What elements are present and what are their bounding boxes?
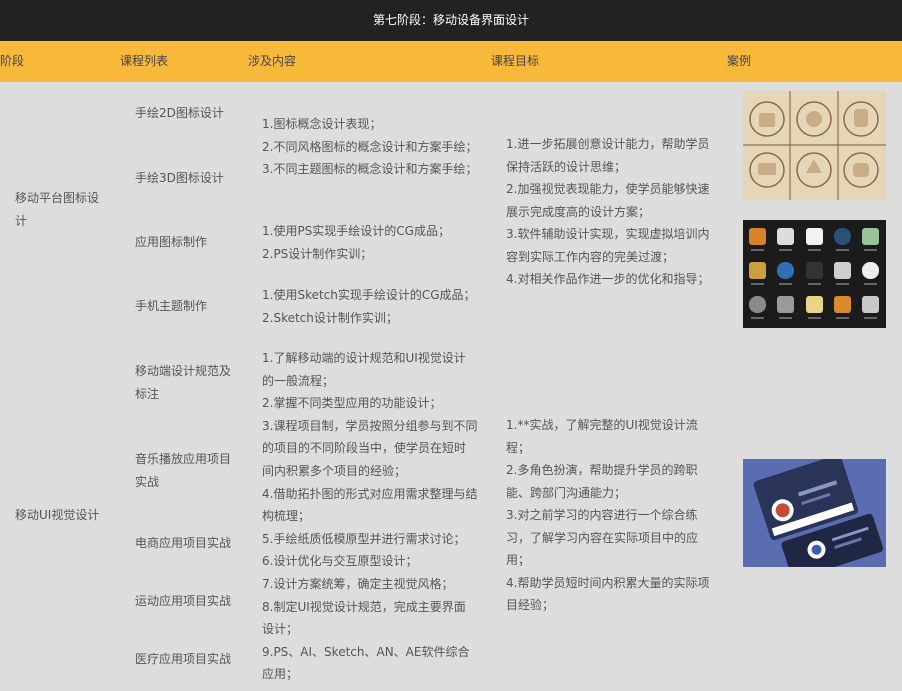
app-icon-theme-case-image <box>743 220 886 328</box>
content-line: 1.图标概念设计表现； <box>262 117 382 131</box>
hand-drawn-icons-illustration <box>743 91 886 200</box>
course-line: 音乐播放应用项目 <box>135 452 232 466</box>
content-line: 2.PS设计制作实训； <box>262 246 373 261</box>
course-line: 移动端设计规范及 <box>135 364 232 378</box>
content-line: 2.Sketch设计制作实训； <box>262 310 398 325</box>
goal-line: 2.多角色扮演，帮助提升学员的跨职 <box>506 463 698 477</box>
goal-line: 程； <box>506 440 531 455</box>
goal-line: 用； <box>506 553 531 567</box>
ui-visual-case-image <box>743 459 886 567</box>
goal-line: 展示完成度高的设计方案； <box>506 204 651 219</box>
course-line: 实战 <box>135 475 160 489</box>
goals-icon-design: 1.进一步拓展创意设计能力，帮助学员 保持活跃的设计思维； 2.加强视觉表现能力… <box>506 133 709 291</box>
header-goals: 课程目标 <box>491 54 540 68</box>
stage-icon-design: 移动平台图标设计 <box>15 191 100 228</box>
goal-line: 3.软件辅助设计实现，实现虚拟培训内 <box>506 227 710 241</box>
content-line: 1.使用Sketch实现手绘设计的CG成品； <box>262 288 476 302</box>
header-cases: 案例 <box>727 54 752 68</box>
content-line: 8.制定UI视觉设计规范，完成主要界面 <box>262 599 466 614</box>
goal-line: 4.对相关作品作进一步的优化和指导； <box>506 272 710 286</box>
course-ecommerce-app: 电商应用项目实战 <box>135 536 232 550</box>
course-line: 标注 <box>135 387 160 401</box>
table-header: 阶段 课程列表 涉及内容 课程目标 案例 <box>0 41 902 82</box>
header-content: 涉及内容 <box>248 54 297 68</box>
goal-line: 保持活跃的设计思维； <box>506 159 627 174</box>
content-line: 应用； <box>262 667 299 682</box>
goal-line: 4.帮助学员短时间内积累大量的实际项 <box>506 575 710 590</box>
app-icon-theme-illustration <box>743 220 886 328</box>
content-line: 3.不同主题图标的概念设计和方案手绘； <box>262 162 478 177</box>
goal-line: 习，了解学习内容在实际项目中的应 <box>506 530 699 545</box>
content-line: 1.了解移动端的设计规范和UI视觉设计 <box>262 351 466 365</box>
goal-line: 1.**实战，了解完整的UI视觉设计流 <box>506 418 698 432</box>
goal-line: 目经验； <box>506 598 555 612</box>
course-3d-icon: 手绘3D图标设计 <box>135 171 224 185</box>
hand-drawn-icons-case-image <box>743 91 886 200</box>
content-line: 2.不同风格图标的概念设计和方案手绘； <box>262 139 478 154</box>
ui-visual-illustration <box>743 459 886 567</box>
course-music-app: 音乐播放应用项目 实战 <box>135 448 231 494</box>
content-line: 构梳理； <box>262 509 311 524</box>
content-line: 设计； <box>262 622 299 637</box>
course-phone-theme: 手机主题制作 <box>135 299 208 313</box>
stage-ui-visual: 移动UI视觉设计 <box>15 508 100 522</box>
content-line: 7.设计方案统筹，确定主视觉风格； <box>262 576 454 591</box>
goal-line: 能、跨部门沟通能力； <box>506 485 627 500</box>
content-group-icon-concept: 1.图标概念设计表现； 2.不同风格图标的概念设计和方案手绘； 3.不同主题图标… <box>262 113 477 181</box>
header-courses: 课程列表 <box>120 54 169 68</box>
goals-ui-visual: 1.**实战，了解完整的UI视觉设计流 程； 2.多角色扮演，帮助提升学员的跨职… <box>506 414 709 617</box>
content-group-sketch: 1.使用Sketch实现手绘设计的CG成品； 2.Sketch设计制作实训； <box>262 284 476 329</box>
content-line: 3.课程项目制，学员按照分组参与到不同 <box>262 418 478 433</box>
page-title: 第七阶段：移动设备界面设计 <box>0 0 902 41</box>
content-line: 2.掌握不同类型应用的功能设计； <box>262 396 442 411</box>
course-medical-app: 医疗应用项目实战 <box>135 652 232 666</box>
course-spec-annotation: 移动端设计规范及 标注 <box>135 360 231 406</box>
content-line: 的项目的不同阶段当中，使学员在短时 <box>262 441 467 456</box>
content-group-ps: 1.使用PS实现手绘设计的CG成品； 2.PS设计制作实训； <box>262 220 450 265</box>
goal-line: 2.加强视觉表现能力，使学员能够快速 <box>506 182 710 196</box>
header-stage: 阶段 <box>0 54 25 68</box>
content-line: 间内积累多个项目的经验； <box>262 463 407 478</box>
course-sports-app: 运动应用项目实战 <box>135 594 232 608</box>
content-line: 4.借助拓扑图的形式对应用需求整理与结 <box>262 486 478 501</box>
content-line: 1.使用PS实现手绘设计的CG成品； <box>262 224 450 238</box>
content-ui-visual: 1.了解移动端的设计规范和UI视觉设计 的一般流程； 2.掌握不同类型应用的功能… <box>262 347 477 686</box>
content-line: 6.设计优化与交互原型设计； <box>262 554 418 569</box>
goal-line: 容到实际工作内容的完美过渡； <box>506 249 675 264</box>
goal-line: 3.对之前学习的内容进行一个综合练 <box>506 508 698 522</box>
content-line: 5.手绘纸质低模原型并进行需求讨论； <box>262 531 466 546</box>
goal-line: 1.进一步拓展创意设计能力，帮助学员 <box>506 137 710 151</box>
content-line: 的一般流程； <box>262 373 335 388</box>
course-2d-icon: 手绘2D图标设计 <box>135 106 224 120</box>
course-app-icon: 应用图标制作 <box>135 235 208 249</box>
content-line: 9.PS、AI、Sketch、AN、AE软件综合 <box>262 644 470 659</box>
